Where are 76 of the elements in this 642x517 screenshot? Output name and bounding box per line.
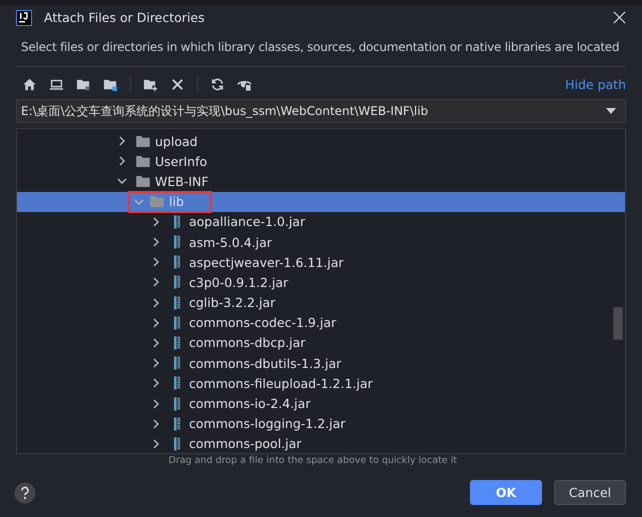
dropdown-arrow-icon[interactable] [606,108,616,114]
chevron-right-icon[interactable] [151,257,161,268]
hint-text: Drag and drop a file into the space above to quickly locate it [168,454,458,468]
tree-row[interactable]: aopalliance-1.0.jar [17,212,625,232]
tree-row[interactable]: c3p0-0.9.1.2.jar [17,272,625,292]
chevron-right-icon[interactable] [151,398,161,409]
file-name: commons-codec-1.9.jar [189,315,336,330]
archive-icon [174,356,181,370]
refresh-icon[interactable] [210,76,225,92]
file-name: aspectjweaver-1.6.11.jar [189,254,344,270]
file-name: commons-io-2.4.jar [189,396,310,412]
chevron-right-icon[interactable] [151,378,161,388]
chevron-right-icon[interactable] [117,136,127,146]
file-name: WEB-INF [155,174,209,189]
file-name: lib [169,194,184,210]
chevron-down-icon[interactable] [117,176,127,186]
home-icon[interactable] [22,76,37,92]
file-name: commons-pool.jar [189,436,302,452]
file-name: commons-dbcp.jar [189,335,306,350]
tree-row[interactable]: WEB-INF [17,171,625,192]
folder-icon [136,156,150,167]
tree-row[interactable]: commons-codec-1.9.jar [17,312,625,333]
archive-icon [174,275,181,290]
folder-icon [136,136,150,147]
archive-icon [174,396,181,411]
app-logo-icon [16,10,32,26]
chevron-right-icon[interactable] [151,438,161,449]
chevron-right-icon[interactable] [151,216,161,227]
chevron-right-icon[interactable] [151,298,161,308]
chevron-right-icon[interactable] [117,156,127,166]
archive-icon [174,376,181,390]
help-icon[interactable] [14,482,36,504]
folder-icon [150,196,164,208]
folder-icon [136,176,150,187]
tree-row[interactable]: commons-fileupload-1.2.1.jar [17,373,625,394]
archive-icon [174,416,181,431]
archive-icon [174,214,181,229]
chevron-right-icon[interactable] [151,318,161,328]
close-icon[interactable] [613,11,626,24]
chevron-right-icon[interactable] [151,237,161,248]
file-name: commons-logging-1.2.jar [189,416,346,432]
tree-row[interactable]: asm-5.0.4.jar [17,232,625,252]
scrollbar-thumb[interactable] [613,307,623,340]
archive-icon [174,235,181,250]
archive-icon [174,296,181,310]
chevron-right-icon[interactable] [151,358,161,368]
tree-row[interactable]: aspectjweaver-1.6.11.jar [17,252,625,272]
window-title: Attach Files or Directories [44,10,206,25]
file-name: aopalliance-1.0.jar [189,214,306,230]
tree-row[interactable]: commons-pool.jar [17,434,625,454]
chevron-right-icon[interactable] [151,338,161,348]
file-name: cglib-3.2.2.jar [189,295,276,310]
tree-row[interactable]: commons-dbcp.jar [17,332,625,354]
cancel-button[interactable]: Cancel [554,480,626,505]
chevron-right-icon[interactable] [151,277,161,288]
file-name: commons-fileupload-1.2.1.jar [189,376,373,391]
chevron-right-icon[interactable] [151,418,161,429]
tree-row[interactable]: commons-io-2.4.jar [17,393,625,414]
archive-icon [174,316,181,330]
tree-row[interactable]: UserInfo [17,151,625,172]
archive-icon [174,436,181,451]
path-combobox[interactable]: E:\桌面\公交车查询系统的设计与实现\bus_ssm\WebContent\WEB-INF\lib [16,99,626,123]
file-name: upload [155,134,198,149]
archive-icon [174,336,181,350]
file-name: commons-dbutils-1.3.jar [189,356,342,371]
file-name: asm-5.0.4.jar [189,234,272,250]
hide-path-link[interactable]: Hide path [565,76,626,92]
description-text: Select files or directories in which library classes, sources, documentation or native libraries are located [20,39,620,56]
tree-row[interactable]: cglib-3.2.2.jar [17,292,625,313]
close-icon[interactable] [170,76,185,92]
archive-icon [174,255,181,270]
tree-row[interactable]: commons-dbutils-1.3.jar [17,353,625,374]
tree-row[interactable]: upload [17,131,625,152]
tree-row[interactable]: commons-logging-1.2.jar [17,414,625,434]
file-name: c3p0-0.9.1.2.jar [189,274,288,290]
file-name: UserInfo [155,154,208,169]
